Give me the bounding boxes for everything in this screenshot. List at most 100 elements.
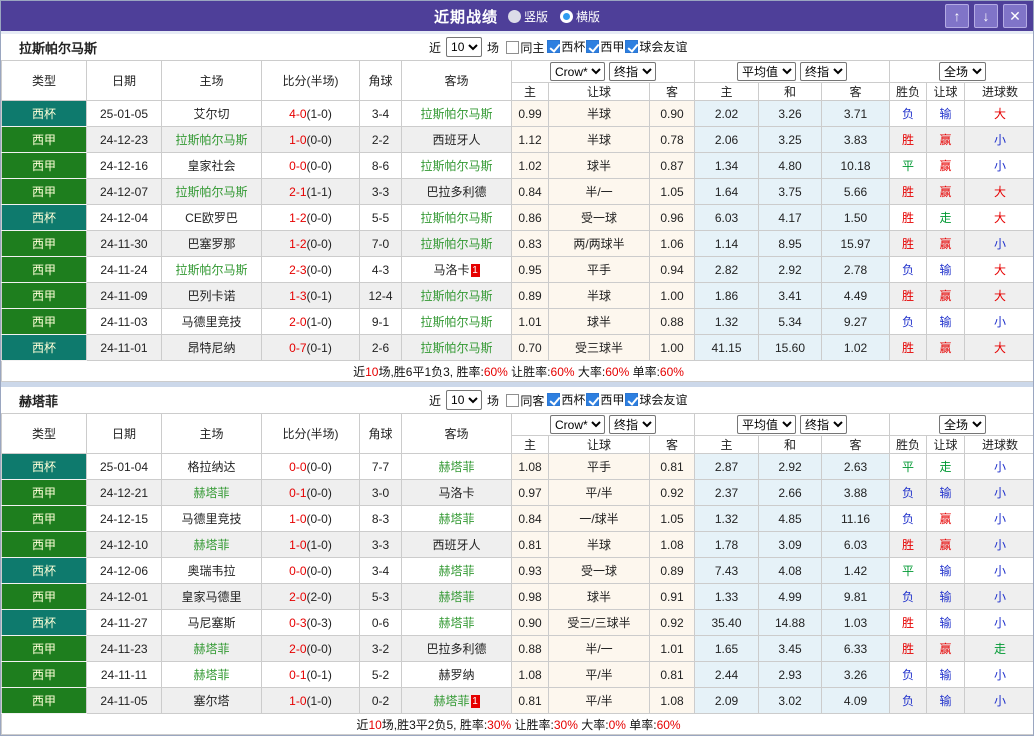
away-team-name: 马洛卡 xyxy=(438,486,475,500)
layout-radio-vertical[interactable]: 竖版 xyxy=(507,8,548,25)
match-type: 西甲 xyxy=(1,152,87,179)
final-odds-select[interactable]: 终指 xyxy=(609,62,656,81)
home-team-name: 皇家社会 xyxy=(187,159,236,173)
scroll-down-button[interactable]: ↓ xyxy=(974,4,998,28)
match-date: 24-11-24 xyxy=(86,256,162,283)
asia-home-odds: 0.83 xyxy=(511,230,549,257)
subheader-eu-home: 主 xyxy=(694,435,759,454)
checkbox-checked-icon xyxy=(625,40,639,53)
fullmatch-select[interactable]: 全场 xyxy=(939,62,987,81)
subheader-eu-draw: 和 xyxy=(758,82,822,101)
handicap-result-cell: 赢 xyxy=(926,635,966,662)
average-odds-select[interactable]: 平均值 xyxy=(737,62,796,81)
goals-result-cell: 大 xyxy=(964,178,1033,205)
league-checkbox[interactable]: 西甲 xyxy=(586,391,624,408)
away-team-name: 赫塔菲 xyxy=(438,460,475,474)
asia-away-odds: 1.05 xyxy=(649,505,695,532)
average-odds-select[interactable]: 平均值 xyxy=(737,415,796,434)
goals-result-cell: 小 xyxy=(964,687,1033,714)
handicap-result-cell: 输 xyxy=(926,609,966,636)
away-team-name: 赫塔菲 xyxy=(438,512,475,526)
away-team: 拉斯帕尔马斯 xyxy=(401,152,512,179)
match-count-select[interactable]: 10 xyxy=(446,390,483,410)
fulltime-score: 2-0 xyxy=(289,589,307,604)
subheader-result: 胜负 xyxy=(889,435,928,454)
home-team: 拉斯帕尔马斯 xyxy=(161,126,262,153)
same-venue-checkbox[interactable]: 同主 xyxy=(506,39,544,56)
halftime-score: (0-3) xyxy=(306,615,332,630)
final-odds-select[interactable]: 终指 xyxy=(800,415,847,434)
league-checkbox[interactable]: 西杯 xyxy=(547,391,585,408)
match-row: 西杯 24-12-06 奥瑞韦拉 0-0(0-0) 3-4 赫塔菲 0.93 受一球 0.89 7… xyxy=(1,557,1033,584)
match-type: 西甲 xyxy=(1,661,87,688)
away-team-name: 拉斯帕尔马斯 xyxy=(420,341,493,355)
fulltime-score: 1-0 xyxy=(289,693,307,708)
fullmatch-select[interactable]: 全场 xyxy=(939,415,987,434)
home-team: 赫塔菲 xyxy=(161,479,262,506)
match-date: 24-12-10 xyxy=(86,531,162,558)
asia-away-odds: 1.08 xyxy=(649,687,695,714)
away-team: 赫塔菲 1 xyxy=(401,687,512,714)
home-team-name: 马德里竞技 xyxy=(181,512,242,526)
handicap-result-cell: 赢 xyxy=(926,505,966,532)
score: 0-0(0-0) xyxy=(261,453,360,480)
away-team-name: 赫塔菲 xyxy=(438,616,475,630)
odds-source-select[interactable]: Crow* xyxy=(550,415,605,434)
asia-away-odds: 1.08 xyxy=(649,531,695,558)
fulltime-score: 2-0 xyxy=(289,641,307,656)
asia-handicap: 平/半 xyxy=(548,661,650,688)
league-checkbox[interactable]: 西杯 xyxy=(547,38,585,55)
asia-home-odds: 1.02 xyxy=(511,152,549,179)
handicap-result-cell: 走 xyxy=(926,453,966,480)
summary-segment: 单率: xyxy=(629,364,660,379)
summary-segment: 大率: xyxy=(574,364,606,379)
home-team-name: 皇家马德里 xyxy=(181,590,242,604)
home-team: 拉斯帕尔马斯 xyxy=(161,256,262,283)
asia-home-odds: 0.70 xyxy=(511,334,549,361)
europe-away-odds: 11.16 xyxy=(820,505,891,532)
result-cell: 负 xyxy=(889,256,928,283)
unit-label: 场 xyxy=(487,40,500,55)
match-count-select[interactable]: 10 xyxy=(446,37,483,57)
home-team: CE欧罗巴 xyxy=(161,204,262,231)
europe-away-odds: 15.97 xyxy=(820,230,891,257)
subheader-eu-home: 主 xyxy=(694,82,759,101)
fulltime-score: 0-1 xyxy=(289,667,307,682)
europe-away-odds: 3.26 xyxy=(820,661,891,688)
league-checkbox[interactable]: 球会友谊 xyxy=(625,38,687,55)
odds-source-select[interactable]: Crow* xyxy=(550,62,605,81)
subheader-result: 胜负 xyxy=(889,82,928,101)
europe-draw-odds: 4.99 xyxy=(758,583,822,610)
close-button[interactable]: ✕ xyxy=(1003,4,1027,28)
same-venue-checkbox[interactable]: 同客 xyxy=(506,392,544,409)
score: 2-1(1-1) xyxy=(261,178,360,205)
europe-away-odds: 6.03 xyxy=(820,531,891,558)
summary-segment: 60% xyxy=(483,364,508,379)
summary-segment: 大率: xyxy=(577,717,609,732)
scroll-up-button[interactable]: ↑ xyxy=(945,4,969,28)
europe-home-odds: 1.65 xyxy=(694,635,759,662)
home-team-name: 昂特尼纳 xyxy=(187,341,236,355)
fulltime-score: 0-0 xyxy=(289,563,307,578)
summary-segment: 10 xyxy=(365,364,379,379)
asia-home-odds: 0.99 xyxy=(511,100,549,127)
asia-home-odds: 0.93 xyxy=(511,557,549,584)
goals-result-cell: 走 xyxy=(964,635,1033,662)
europe-away-odds: 3.83 xyxy=(820,126,891,153)
score: 1-3(0-1) xyxy=(261,282,360,309)
final-odds-select[interactable]: 终指 xyxy=(800,62,847,81)
corner-score: 9-1 xyxy=(359,308,402,335)
final-odds-select[interactable]: 终指 xyxy=(609,415,656,434)
league-checkbox-label: 球会友谊 xyxy=(639,40,688,54)
europe-draw-odds: 4.17 xyxy=(758,204,822,231)
europe-draw-odds: 2.66 xyxy=(758,479,822,506)
asia-handicap: 球半 xyxy=(548,152,650,179)
match-date: 25-01-05 xyxy=(86,100,162,127)
away-team: 拉斯帕尔马斯 xyxy=(401,230,512,257)
layout-radio-horizontal[interactable]: 横版 xyxy=(560,8,600,25)
league-checkbox[interactable]: 球会友谊 xyxy=(625,391,687,408)
europe-draw-odds: 2.93 xyxy=(758,661,822,688)
goals-result-cell: 大 xyxy=(964,204,1033,231)
corner-score: 5-5 xyxy=(359,204,402,231)
league-checkbox[interactable]: 西甲 xyxy=(586,38,624,55)
